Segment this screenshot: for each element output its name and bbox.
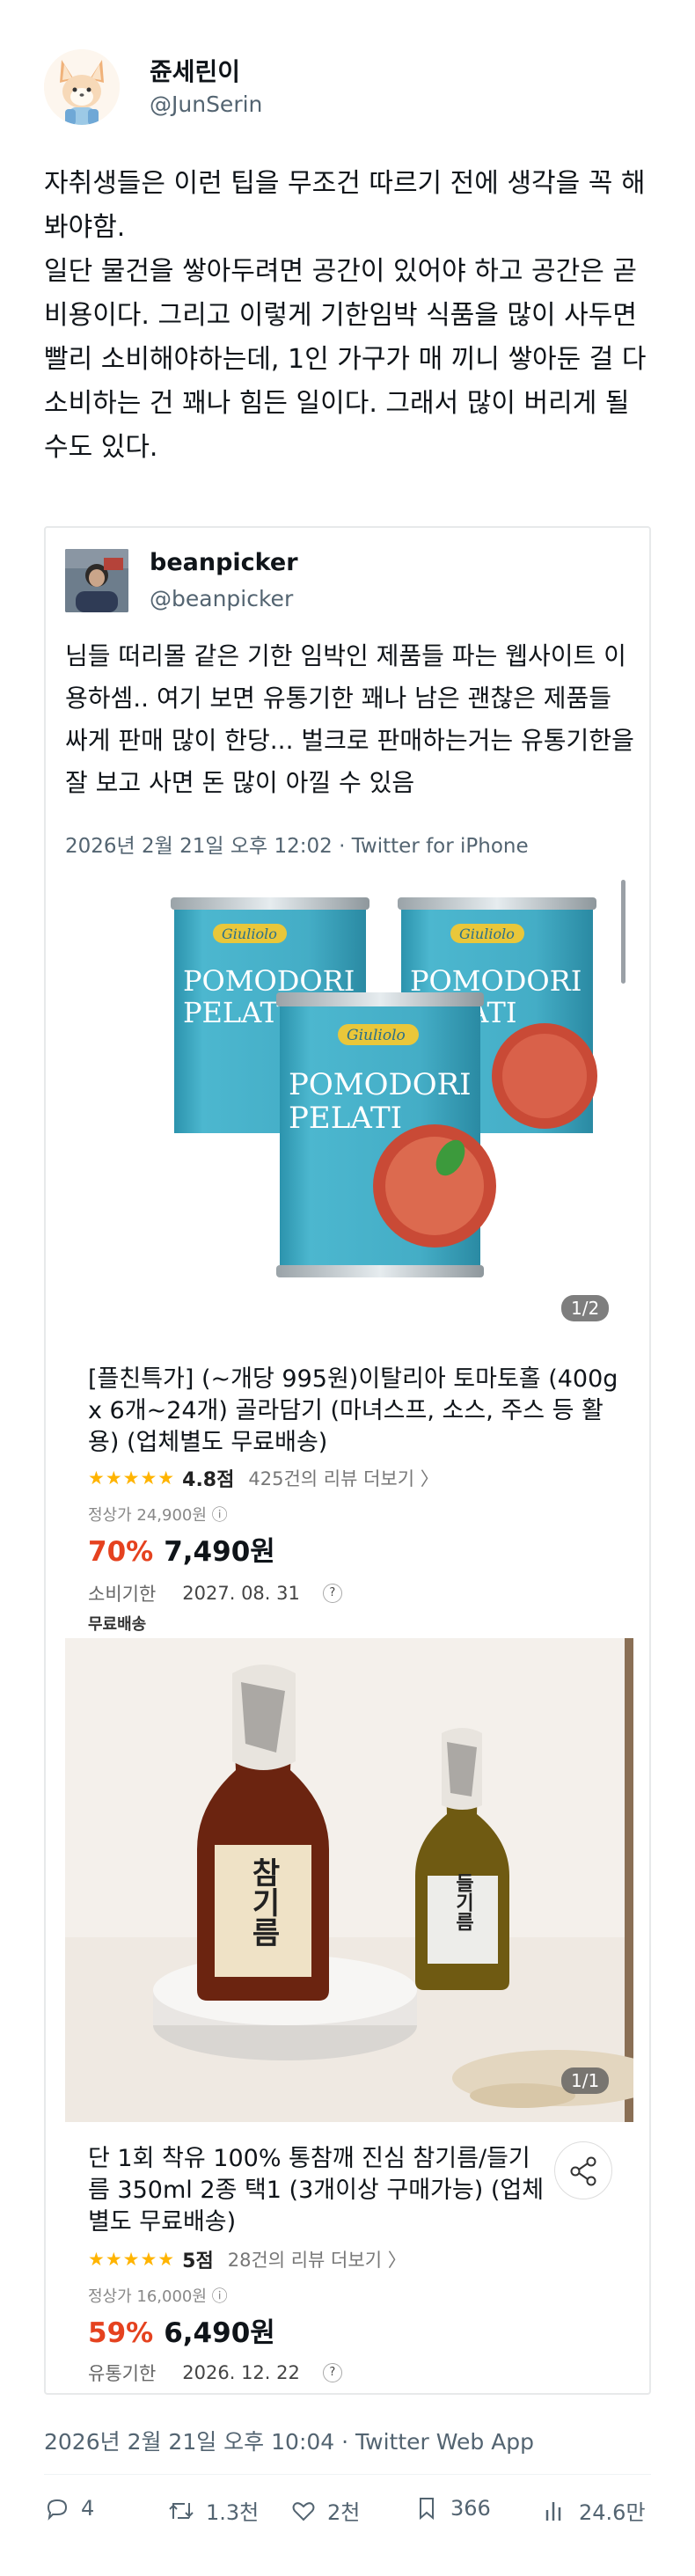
- star-rating-icon: ★★★★★: [88, 2249, 176, 2270]
- quoted-tweet[interactable]: beanpicker @beanpicker 님들 떠리몰 같은 기한 임박인 …: [44, 526, 651, 2395]
- help-icon[interactable]: ?: [322, 2363, 342, 2382]
- share-icon: [570, 2156, 596, 2186]
- product1-list-price: 정상가 24,900원 ⓘ: [88, 1506, 228, 1525]
- tweet-timestamp[interactable]: 2026년 2월 21일 오후 10:04 · Twitter Web App: [44, 2425, 534, 2456]
- views-chart-icon: [545, 2501, 561, 2521]
- retweet-button[interactable]: 1.3천: [167, 2495, 259, 2526]
- divider: [44, 2474, 651, 2475]
- review-link[interactable]: 28건의 리뷰 더보기 〉: [228, 2246, 406, 2272]
- product2-image[interactable]: 참기름 들기름: [65, 1638, 649, 2122]
- expiry-date: 2026. 12. 22: [182, 2362, 300, 2383]
- svg-text:Giuliolo: Giuliolo: [347, 1027, 406, 1044]
- star-rating-icon: ★★★★★: [88, 1467, 176, 1489]
- image-page-indicator: 1/2: [561, 1295, 610, 1321]
- bookmark-icon: [420, 2498, 434, 2521]
- svg-text:Giuliolo: Giuliolo: [459, 926, 515, 942]
- bookmark-button[interactable]: 366: [413, 2495, 491, 2521]
- reply-icon: [47, 2499, 68, 2521]
- tweet-paragraph: 일단 물건을 쌓아두려면 공간이 있어야 하고 공간은 곧 비용이다. 그리고 …: [44, 256, 647, 463]
- fox-avatar-icon: [44, 49, 120, 125]
- quoted-author-name[interactable]: beanpicker: [150, 549, 298, 576]
- product1-title[interactable]: [플친특가] (~개당 995원)이탈리아 토마토홀 (400g x 6개~24…: [88, 1364, 625, 1459]
- tomato-cans-image: Giuliolo POMODORI PELATI Giuliolo POMODO…: [171, 897, 597, 1277]
- rating-score: 4.8점: [182, 1469, 235, 1491]
- heart-icon: [292, 2501, 315, 2521]
- expiry-date: 2027. 08. 31: [182, 1583, 300, 1604]
- expiry-label: 소비기한: [88, 1584, 157, 1605]
- svg-text:PELATI: PELATI: [183, 996, 289, 1029]
- author-name[interactable]: 쥰세린이: [150, 53, 240, 88]
- free-shipping-badge: 무료배송: [88, 1615, 147, 1634]
- product1-expiry: 소비기한 2027. 08. 31 ?: [88, 1580, 342, 1606]
- product1-image[interactable]: Giuliolo POMODORI PELATI Giuliolo POMODO…: [65, 878, 633, 1344]
- retweet-icon: [169, 2502, 194, 2519]
- tweet-text: 자취생들은 이런 팁을 무조건 따르기 전에 생각을 꼭 해봐야함. 일단 물건…: [44, 162, 660, 470]
- product2-price: 59% 6,490원: [88, 2310, 275, 2350]
- svg-text:PELATI: PELATI: [289, 1101, 402, 1136]
- product1-price: 70% 7,490원: [88, 1529, 275, 1569]
- svg-text:들기름: 들기름: [452, 1873, 474, 1931]
- discount-rate: 70%: [88, 1536, 154, 1568]
- views-count: 24.6만: [579, 2500, 646, 2525]
- expiry-label: 유통기한: [88, 2363, 157, 2384]
- product2-list-price: 정상가 16,000원 ⓘ: [88, 2287, 228, 2306]
- product2-title[interactable]: 단 1회 착유 100% 통참깨 진심 참기름/들기름 350ml 2종 택1 …: [88, 2143, 545, 2238]
- share-button[interactable]: [554, 2141, 612, 2199]
- image-scrollbar[interactable]: [621, 880, 626, 984]
- product1-rating: ★★★★★ 4.8점 425건의 리뷰 더보기 〉: [88, 1464, 439, 1492]
- sale-price: 6,490원: [164, 2317, 275, 2349]
- discount-rate: 59%: [88, 2317, 154, 2349]
- product2-rating: ★★★★★ 5점 28건의 리뷰 더보기 〉: [88, 2245, 406, 2273]
- quoted-tweet-text: 님들 떠리몰 같은 기한 임박인 제품들 파는 웹사이트 이용하셈.. 여기 보…: [65, 641, 634, 797]
- reply-count: 4: [81, 2496, 95, 2521]
- author-handle[interactable]: @JunSerin: [150, 91, 262, 117]
- image-page-indicator: 1/1: [561, 2067, 610, 2094]
- quoted-author-handle[interactable]: @beanpicker: [150, 586, 293, 611]
- author-avatar[interactable]: [44, 49, 120, 125]
- svg-text:참기름: 참기름: [245, 1857, 281, 1947]
- svg-text:POMODORI: POMODORI: [289, 1067, 472, 1102]
- tweet-paragraph: 자취생들은 이런 팁을 무조건 따르기 전에 생각을 꼭 해봐야함.: [44, 168, 646, 243]
- person-photo-icon: [65, 549, 128, 612]
- retweet-count: 1.3천: [206, 2500, 260, 2525]
- like-button[interactable]: 2천: [290, 2495, 360, 2526]
- like-count: 2천: [327, 2500, 361, 2525]
- quoted-author-avatar[interactable]: [65, 549, 128, 612]
- rating-score: 5점: [182, 2250, 214, 2272]
- oil-bottles-image: 참기름 들기름: [65, 1638, 649, 2122]
- reply-button[interactable]: 4: [44, 2495, 94, 2521]
- product2-expiry: 유통기한 2026. 12. 22 ?: [88, 2360, 342, 2386]
- help-icon[interactable]: ?: [322, 1584, 342, 1603]
- review-link[interactable]: 425건의 리뷰 더보기 〉: [248, 1465, 438, 1491]
- svg-text:Giuliolo: Giuliolo: [222, 926, 277, 942]
- sale-price: 7,490원: [164, 1536, 275, 1568]
- tweet-actions: 4 1.3천 2천 366 24.6만: [44, 2495, 651, 2530]
- bookmark-count: 366: [450, 2496, 491, 2521]
- views-button[interactable]: 24.6만: [542, 2495, 646, 2526]
- tweet-author: 쥰세린이 @JunSerin: [44, 40, 660, 132]
- quoted-tweet-timestamp: 2026년 2월 21일 오후 12:02 · Twitter for iPho…: [65, 835, 529, 858]
